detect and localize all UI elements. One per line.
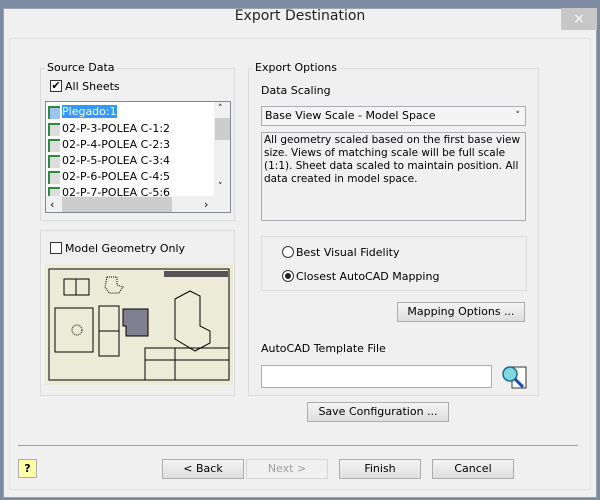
save-configuration-button[interactable]: Save Configuration ... bbox=[307, 402, 449, 422]
scroll-down-icon[interactable]: ˅ bbox=[218, 182, 223, 192]
scroll-thumb[interactable] bbox=[215, 118, 230, 140]
sheet-icon bbox=[48, 170, 60, 184]
closest-autocad-mapping-radio[interactable] bbox=[282, 270, 294, 282]
export-options-legend: Export Options bbox=[253, 61, 339, 74]
sheet-icon bbox=[48, 105, 60, 119]
dialog-title: Export Destination bbox=[234, 8, 366, 24]
all-sheets-label: All Sheets bbox=[65, 80, 120, 93]
finish-button[interactable]: Finish bbox=[339, 459, 421, 479]
all-sheets-checkbox[interactable]: ✔ bbox=[50, 80, 62, 92]
list-item[interactable]: 02-P-5-POLEA C-3:4 bbox=[48, 153, 170, 169]
model-geometry-label: Model Geometry Only bbox=[65, 242, 186, 255]
source-data-legend: Source Data bbox=[45, 61, 117, 74]
best-visual-fidelity-radio[interactable] bbox=[282, 246, 294, 258]
next-button[interactable]: Next > bbox=[246, 459, 328, 479]
help-button[interactable]: ? bbox=[18, 459, 37, 478]
back-button[interactable]: < Back bbox=[162, 459, 244, 479]
scroll-thumb[interactable] bbox=[62, 197, 172, 212]
sheet-icon bbox=[48, 154, 60, 168]
data-scaling-select[interactable]: Base View Scale - Model Space ˅ bbox=[261, 106, 526, 126]
sheet-icon bbox=[48, 138, 60, 152]
list-item[interactable]: 02-P-4-POLEA C-2:3 bbox=[48, 137, 170, 153]
horizontal-scrollbar[interactable]: ‹ › bbox=[46, 196, 230, 212]
sheet-list[interactable]: Plegado:1 02-P-3-POLEA C-1:2 02-P-4-POLE… bbox=[45, 101, 231, 213]
best-visual-fidelity-label: Best Visual Fidelity bbox=[296, 246, 400, 259]
scroll-up-icon[interactable]: ˄ bbox=[218, 104, 223, 114]
scroll-right-icon[interactable]: › bbox=[204, 198, 208, 211]
list-item[interactable]: 02-P-6-POLEA C-4:5 bbox=[48, 169, 170, 185]
template-file-input[interactable] bbox=[261, 365, 492, 388]
model-geometry-checkbox[interactable] bbox=[50, 242, 62, 254]
close-button[interactable]: × bbox=[561, 8, 597, 30]
list-item[interactable]: Plegado:1 bbox=[48, 104, 117, 120]
scaling-description: All geometry scaled based on the first b… bbox=[261, 132, 526, 221]
footer-divider bbox=[18, 445, 578, 446]
sheet-preview-image bbox=[45, 264, 233, 385]
vertical-scrollbar[interactable]: ˄ ˅ bbox=[214, 102, 230, 196]
scroll-left-icon[interactable]: ‹ bbox=[50, 198, 54, 211]
closest-autocad-mapping-label: Closest AutoCAD Mapping bbox=[296, 270, 440, 283]
browse-file-icon[interactable] bbox=[500, 365, 530, 390]
data-scaling-label: Data Scaling bbox=[261, 84, 331, 97]
sheet-icon bbox=[48, 122, 60, 136]
template-file-label: AutoCAD Template File bbox=[261, 342, 386, 355]
chevron-down-icon: ˅ bbox=[515, 111, 521, 121]
cancel-button[interactable]: Cancel bbox=[432, 459, 514, 479]
list-item[interactable]: 02-P-3-POLEA C-1:2 bbox=[48, 121, 170, 137]
mapping-options-button[interactable]: Mapping Options ... bbox=[397, 302, 525, 322]
